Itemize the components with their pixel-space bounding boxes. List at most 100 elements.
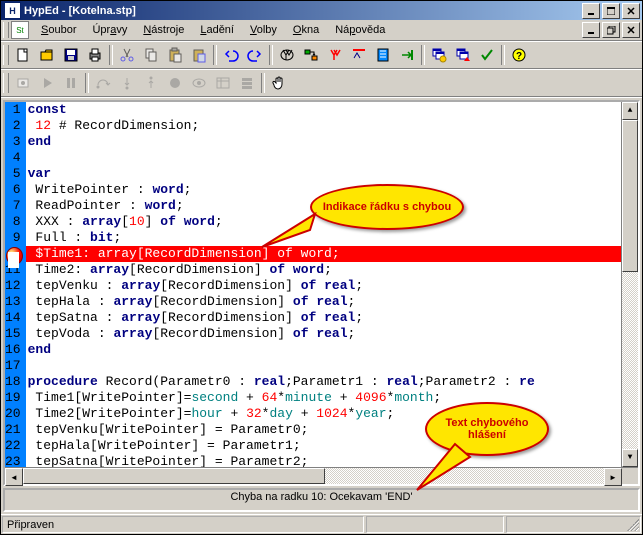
pause-icon[interactable]: [59, 71, 83, 95]
play-icon[interactable]: [35, 71, 59, 95]
undo-icon[interactable]: [219, 43, 243, 67]
menu-okna[interactable]: Okna: [285, 22, 327, 38]
code-line[interactable]: Full : bit;: [26, 230, 621, 246]
code-line[interactable]: [26, 150, 621, 166]
code-line[interactable]: [26, 358, 621, 374]
mdi-restore-button[interactable]: [602, 22, 620, 38]
code-line[interactable]: const: [26, 102, 621, 118]
maximize-button[interactable]: [602, 3, 620, 19]
step-out-icon[interactable]: [139, 71, 163, 95]
check-icon[interactable]: [475, 43, 499, 67]
gutter-line[interactable]: 4: [5, 150, 23, 166]
error-panel[interactable]: Chyba na radku 10: Ocekavam 'END': [3, 488, 640, 512]
hand-icon[interactable]: [267, 71, 291, 95]
gutter-line[interactable]: 2: [5, 118, 23, 134]
window-tile-icon[interactable]: [451, 43, 475, 67]
minimize-button[interactable]: [582, 3, 600, 19]
close-button[interactable]: [622, 3, 640, 19]
find-next-icon[interactable]: [323, 43, 347, 67]
paste-special-icon[interactable]: [187, 43, 211, 67]
vertical-scrollbar[interactable]: ▲ ▼: [621, 102, 638, 467]
editor[interactable]: 12345678911121314151617181920212223 cons…: [5, 102, 638, 467]
gutter-line[interactable]: 3: [5, 134, 23, 150]
paste-icon[interactable]: [163, 43, 187, 67]
hscroll-thumb[interactable]: [23, 468, 325, 484]
toolbar-grip[interactable]: [3, 73, 9, 93]
code-line[interactable]: tepHala : array[RecordDimension] of real…: [26, 294, 621, 310]
code-line[interactable]: 12 # RecordDimension;: [26, 118, 621, 134]
copy-icon[interactable]: [139, 43, 163, 67]
gutter-line[interactable]: 1: [5, 102, 23, 118]
step-over-icon[interactable]: [91, 71, 115, 95]
code-line[interactable]: $Time1: array[RecordDimension] of word;: [26, 246, 621, 262]
code-line[interactable]: var: [26, 166, 621, 182]
gutter[interactable]: 12345678911121314151617181920212223: [5, 102, 26, 467]
breakpoint-icon[interactable]: [163, 71, 187, 95]
code-line[interactable]: Time2: array[RecordDimension] of word;: [26, 262, 621, 278]
scroll-down-button[interactable]: ▼: [622, 449, 638, 467]
code-line[interactable]: tepSatna[WritePointer] = Parametr2;: [26, 454, 621, 467]
code-line[interactable]: end: [26, 342, 621, 358]
code-line[interactable]: tepVenku : array[RecordDimension] of rea…: [26, 278, 621, 294]
menu-ladeni[interactable]: Ladění: [192, 22, 242, 38]
gutter-line[interactable]: 12: [5, 278, 23, 294]
code-line[interactable]: end: [26, 134, 621, 150]
gutter-line-error[interactable]: [5, 246, 23, 262]
scroll-right-button[interactable]: ►: [604, 468, 622, 486]
gutter-line[interactable]: 16: [5, 342, 23, 358]
resize-grip-icon[interactable]: [627, 519, 639, 531]
toolbar-grip[interactable]: [3, 45, 9, 65]
gutter-line[interactable]: 15: [5, 326, 23, 342]
gutter-line[interactable]: 22: [5, 438, 23, 454]
redo-icon[interactable]: [243, 43, 267, 67]
gutter-line[interactable]: 21: [5, 422, 23, 438]
print-icon[interactable]: [83, 43, 107, 67]
mdi-minimize-button[interactable]: [582, 22, 600, 38]
code-line[interactable]: tepVoda : array[RecordDimension] of real…: [26, 326, 621, 342]
watch-icon[interactable]: [187, 71, 211, 95]
save-icon[interactable]: [59, 43, 83, 67]
horizontal-scrollbar[interactable]: ◄ ►: [5, 467, 638, 484]
window-cascade-icon[interactable]: [427, 43, 451, 67]
scroll-track[interactable]: [622, 120, 638, 449]
menu-nastroje[interactable]: Nástroje: [135, 22, 192, 38]
code-line[interactable]: procedure Record(Parametr0 : real;Parame…: [26, 374, 621, 390]
gutter-line[interactable]: 5: [5, 166, 23, 182]
titlebar[interactable]: H HypEd - [Kotelna.stp]: [1, 1, 642, 20]
menu-upravy[interactable]: Úpravy: [84, 22, 135, 38]
menu-napoveda[interactable]: Nápověda: [327, 22, 393, 38]
gutter-line[interactable]: 14: [5, 310, 23, 326]
menu-soubor[interactable]: Soubor: [33, 22, 84, 38]
code-line[interactable]: tepSatna : array[RecordDimension] of rea…: [26, 310, 621, 326]
variables-icon[interactable]: [211, 71, 235, 95]
gutter-line[interactable]: 13: [5, 294, 23, 310]
callstack-icon[interactable]: [235, 71, 259, 95]
gutter-line[interactable]: 6: [5, 182, 23, 198]
gutter-line[interactable]: 8: [5, 214, 23, 230]
record-icon[interactable]: [11, 71, 35, 95]
gutter-line[interactable]: 23: [5, 454, 23, 467]
menu-volby[interactable]: Volby: [242, 22, 285, 38]
gutter-line[interactable]: 18: [5, 374, 23, 390]
goto-icon[interactable]: [395, 43, 419, 67]
gutter-line[interactable]: 20: [5, 406, 23, 422]
new-icon[interactable]: [11, 43, 35, 67]
gutter-line[interactable]: 19: [5, 390, 23, 406]
find-icon[interactable]: [275, 43, 299, 67]
gutter-line[interactable]: 7: [5, 198, 23, 214]
gutter-line[interactable]: 17: [5, 358, 23, 374]
scroll-thumb[interactable]: [622, 120, 638, 272]
scroll-up-button[interactable]: ▲: [622, 102, 638, 120]
hscroll-track[interactable]: [23, 468, 604, 484]
find-prev-icon[interactable]: [347, 43, 371, 67]
step-into-icon[interactable]: [115, 71, 139, 95]
replace-icon[interactable]: [299, 43, 323, 67]
cut-icon[interactable]: [115, 43, 139, 67]
help-icon[interactable]: ?: [507, 43, 531, 67]
bookmark-icon[interactable]: [371, 43, 395, 67]
gutter-line[interactable]: 9: [5, 230, 23, 246]
mdi-close-button[interactable]: [622, 22, 640, 38]
scroll-left-button[interactable]: ◄: [5, 468, 23, 486]
code-line[interactable]: Time1[WritePointer]=second + 64*minute +…: [26, 390, 621, 406]
menubar-grip[interactable]: [3, 22, 9, 38]
